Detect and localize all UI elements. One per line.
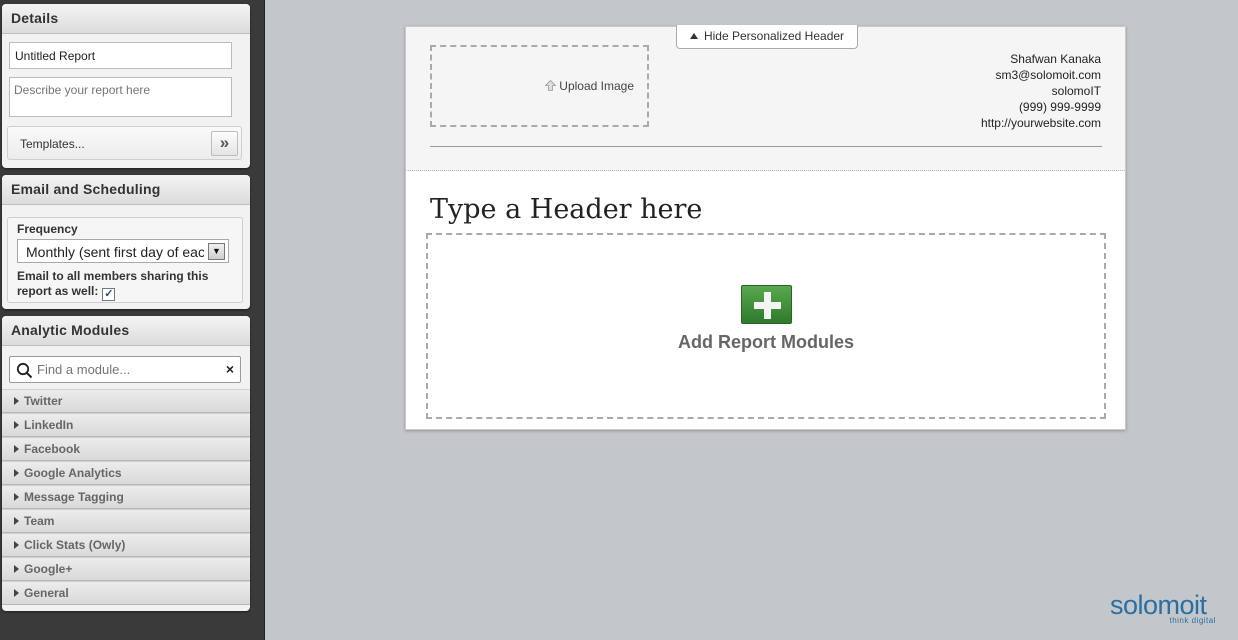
- upload-icon: [545, 80, 557, 91]
- contact-company: solomoIT: [1051, 84, 1101, 98]
- report-canvas: Hide Personalized Header Upload Image Sh…: [405, 25, 1126, 430]
- add-report-modules-label[interactable]: Add Report Modules: [428, 332, 1104, 353]
- module-search: ×: [9, 356, 241, 383]
- module-item-google-plus[interactable]: Google+: [2, 557, 250, 581]
- module-item-label: Facebook: [24, 442, 81, 456]
- sidebar: Details Templates... » Email and Schedul…: [0, 0, 265, 640]
- module-item-google-analytics[interactable]: Google Analytics: [2, 461, 250, 485]
- module-item-label: Google Analytics: [24, 466, 122, 480]
- contact-email: sm3@solomoit.com: [995, 68, 1101, 82]
- contact-info[interactable]: Shafwan Kanaka sm3@solomoit.com solomoIT…: [981, 51, 1101, 131]
- email-heading: Email and Scheduling: [2, 175, 250, 205]
- contact-name: Shafwan Kanaka: [1010, 52, 1101, 66]
- module-item-label: Team: [24, 514, 55, 528]
- report-title-input[interactable]: [9, 42, 232, 69]
- caret-right-icon: [14, 421, 19, 429]
- close-icon[interactable]: ×: [226, 361, 234, 377]
- chevron-down-icon[interactable]: ▼: [208, 243, 225, 260]
- module-list: Twitter LinkedIn Facebook Google Analyti…: [2, 389, 250, 605]
- modules-heading: Analytic Modules: [2, 316, 250, 346]
- module-item-label: Google+: [24, 562, 73, 576]
- module-item-label: Twitter: [24, 394, 63, 408]
- logo-tagline: think digital: [1169, 616, 1216, 625]
- share-label: Email to all members sharing this report…: [17, 269, 222, 301]
- templates-row[interactable]: Templates... »: [7, 126, 242, 160]
- contact-website: http://yourwebsite.com: [980, 116, 1101, 130]
- module-item-label: Message Tagging: [24, 490, 124, 504]
- caret-right-icon: [14, 565, 19, 573]
- email-scheduling-panel: Email and Scheduling Frequency Monthly (…: [2, 175, 250, 309]
- report-header-input[interactable]: Type a Header here: [430, 194, 702, 225]
- analytic-modules-panel: Analytic Modules × Twitter LinkedIn Face…: [2, 316, 250, 611]
- templates-label: Templates...: [20, 137, 85, 151]
- upload-image-button[interactable]: Upload Image: [545, 79, 634, 93]
- report-description-input[interactable]: [9, 77, 232, 117]
- module-search-input[interactable]: [37, 362, 217, 377]
- frequency-label: Frequency: [17, 222, 78, 236]
- solomoit-logo: solomoit think digital: [1110, 588, 1220, 628]
- contact-phone: (999) 999-9999: [1018, 100, 1101, 114]
- plus-icon-vertical: [764, 292, 771, 319]
- frequency-value: Monthly (sent first day of each month): [26, 244, 204, 260]
- hide-header-label: Hide Personalized Header: [703, 29, 845, 43]
- module-item-facebook[interactable]: Facebook: [2, 437, 250, 461]
- module-item-linkedin[interactable]: LinkedIn: [2, 413, 250, 437]
- caret-right-icon: [14, 541, 19, 549]
- module-item-general[interactable]: General: [2, 581, 250, 605]
- caret-right-icon: [14, 397, 19, 405]
- caret-right-icon: [14, 517, 19, 525]
- caret-right-icon: [14, 589, 19, 597]
- search-icon: [16, 362, 33, 379]
- module-item-label: Click Stats (Owly): [24, 538, 126, 552]
- details-heading: Details: [2, 4, 250, 34]
- details-panel: Details Templates... »: [2, 4, 250, 168]
- module-item-team[interactable]: Team: [2, 509, 250, 533]
- share-checkbox[interactable]: ✓: [102, 288, 116, 301]
- module-item-label: LinkedIn: [24, 418, 74, 432]
- caret-right-icon: [14, 445, 19, 453]
- triangle-up-icon: [689, 33, 698, 39]
- upload-image-area[interactable]: Upload Image: [430, 45, 649, 127]
- module-item-message-tagging[interactable]: Message Tagging: [2, 485, 250, 509]
- add-report-modules-button[interactable]: [741, 285, 792, 324]
- personalized-header: Hide Personalized Header Upload Image Sh…: [406, 25, 1125, 171]
- module-item-twitter[interactable]: Twitter: [2, 389, 250, 413]
- upload-label: Upload Image: [559, 79, 634, 93]
- templates-expand-button[interactable]: »: [211, 131, 238, 156]
- module-item-click-stats[interactable]: Click Stats (Owly): [2, 533, 250, 557]
- caret-right-icon: [14, 493, 19, 501]
- frequency-select[interactable]: Monthly (sent first day of each month) ▼: [17, 239, 229, 263]
- header-divider: [430, 146, 1102, 147]
- caret-right-icon: [14, 469, 19, 477]
- report-modules-dropzone[interactable]: Add Report Modules: [426, 233, 1106, 419]
- module-item-label: General: [24, 586, 69, 600]
- email-settings: Frequency Monthly (sent first day of eac…: [7, 217, 243, 303]
- hide-personalized-header-button[interactable]: Hide Personalized Header: [676, 25, 858, 49]
